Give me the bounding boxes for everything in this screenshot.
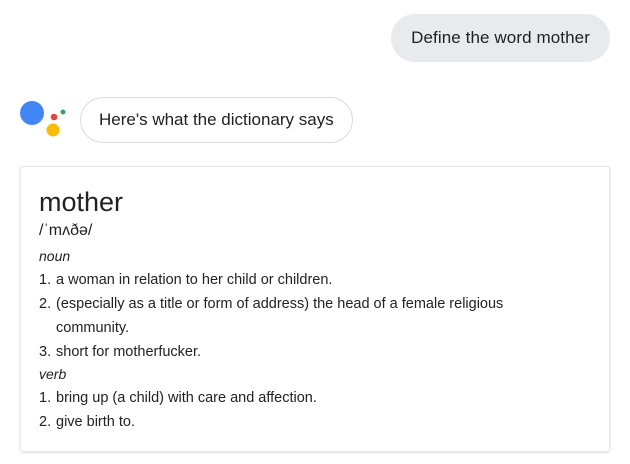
definition-text: (especially as a title or form of addres… <box>56 296 504 336</box>
definition-item: 2. give birth to. <box>39 410 591 434</box>
definition-text: bring up (a child) with care and affecti… <box>56 390 317 406</box>
definition-text: give birth to. <box>56 414 135 430</box>
assistant-reply-bubble: Here's what the dictionary says <box>80 97 353 143</box>
noun-definitions-list: 1. a woman in relation to her child or c… <box>39 268 591 364</box>
assistant-conversation: Define the word mother Here's what the d… <box>0 0 630 464</box>
definition-item: 3. short for motherfucker. <box>39 340 591 364</box>
definition-number: 2. <box>39 296 52 312</box>
google-assistant-icon <box>20 101 68 145</box>
definition-text: a woman in relation to her child or chil… <box>56 272 333 288</box>
verb-definitions-list: 1. bring up (a child) with care and affe… <box>39 386 591 434</box>
definition-item: 1. a woman in relation to her child or c… <box>39 268 591 292</box>
definition-number: 1. <box>39 390 52 406</box>
definition-text: short for motherfucker. <box>56 344 202 360</box>
dictionary-word: mother <box>39 187 124 217</box>
user-query-bubble: Define the word mother <box>391 14 610 62</box>
dictionary-phonetic: /ˈmʌðə/ <box>39 222 93 239</box>
part-of-speech-noun: noun <box>39 248 71 264</box>
part-of-speech-verb: verb <box>39 366 67 382</box>
definition-number: 1. <box>39 272 52 288</box>
definition-item: 1. bring up (a child) with care and affe… <box>39 386 591 410</box>
assistant-reply-text: Here's what the dictionary says <box>99 110 334 129</box>
dictionary-card[interactable]: mother /ˈmʌðə/ noun 1. a woman in relati… <box>20 166 610 452</box>
definition-number: 2. <box>39 414 52 430</box>
definition-item: 2. (especially as a title or form of add… <box>39 292 591 340</box>
definition-number: 3. <box>39 344 52 360</box>
user-query-text: Define the word mother <box>411 28 590 47</box>
